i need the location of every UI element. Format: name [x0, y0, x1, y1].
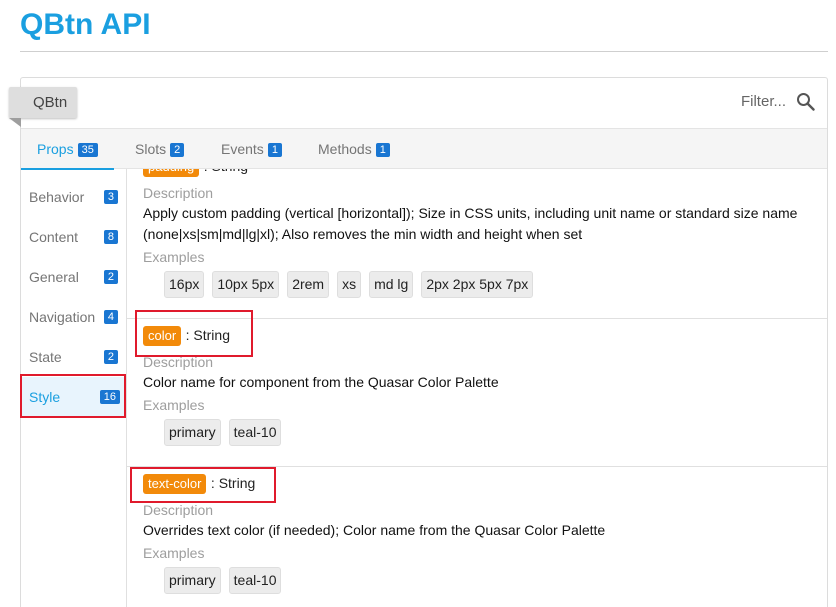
- count-badge: 8: [103, 230, 118, 244]
- examples-label: Examples: [143, 249, 205, 265]
- example-chip: 10px 5px: [212, 271, 280, 298]
- examples-list: primary teal-10: [143, 419, 827, 446]
- sidebar-item-behavior[interactable]: Behavior 3: [21, 177, 126, 217]
- filter-placeholder[interactable]: Filter...: [741, 93, 786, 110]
- example-chip: 16px: [164, 271, 205, 298]
- example-chip: primary: [164, 567, 221, 594]
- tab-events[interactable]: Events 1: [205, 129, 298, 169]
- example-chip: teal-10: [228, 419, 282, 446]
- description-label: Description: [143, 185, 214, 201]
- example-chip: 2px 2px 5px 7px: [421, 271, 534, 298]
- prop-type: : String: [204, 169, 248, 174]
- example-chip: 2rem: [287, 271, 330, 298]
- example-chip: xs: [337, 271, 362, 298]
- page-title: QBtn API: [20, 8, 151, 41]
- highlight-box-color: [135, 310, 253, 357]
- examples-label: Examples: [143, 397, 205, 413]
- sidebar-item-navigation[interactable]: Navigation 4: [21, 297, 126, 337]
- sidebar-item-label: Content: [29, 229, 79, 245]
- count-badge: 2: [170, 143, 185, 157]
- title-divider: [20, 51, 828, 52]
- highlight-box-text-color: [130, 467, 276, 503]
- example-chip: md lg: [369, 271, 414, 298]
- sidebar-item-label: Navigation: [29, 309, 96, 325]
- prop-description: Overrides text color (if needed); Color …: [143, 522, 606, 538]
- chip-fold: [9, 118, 21, 127]
- component-chip: QBtn: [9, 87, 78, 118]
- count-badge: 4: [103, 310, 118, 324]
- api-tabs: Props 35 Slots 2 Events 1 Methods 1: [21, 128, 827, 170]
- sidebar-item-label: General: [29, 269, 79, 285]
- count-badge: 3: [103, 190, 118, 204]
- count-badge: 1: [267, 143, 282, 157]
- props-list: padding : String Description Apply custo…: [127, 169, 827, 607]
- count-badge: 35: [77, 143, 98, 157]
- sidebar-item-label: Behavior: [29, 189, 85, 205]
- tab-props[interactable]: Props 35: [21, 129, 114, 170]
- sidebar-item-content[interactable]: Content 8: [21, 217, 126, 257]
- prop-item: padding : String Description Apply custo…: [127, 169, 827, 298]
- tab-label: Events: [221, 141, 264, 157]
- tab-label: Methods: [318, 141, 372, 157]
- count-badge: 1: [375, 143, 390, 157]
- prop-description: Color name for component from the Quasar…: [143, 374, 499, 390]
- filter-input[interactable]: Filter...: [741, 92, 815, 111]
- sidebar-item-general[interactable]: General 2: [21, 257, 126, 297]
- prop-description: Apply custom padding (vertical [horizont…: [143, 205, 798, 242]
- tab-slots[interactable]: Slots 2: [119, 129, 200, 169]
- example-chip: primary: [164, 419, 221, 446]
- tab-methods[interactable]: Methods 1: [302, 129, 406, 169]
- examples-list: 16px 10px 5px 2rem xs md lg 2px 2px 5px …: [143, 271, 827, 298]
- sidebar-item-label: State: [29, 349, 62, 365]
- count-badge: 2: [103, 270, 118, 284]
- card-header: QBtn Filter...: [9, 78, 827, 128]
- examples-list: primary teal-10: [143, 567, 827, 594]
- example-chip: teal-10: [228, 567, 282, 594]
- tab-label: Props: [37, 141, 74, 157]
- tab-label: Slots: [135, 141, 167, 157]
- sidebar-item-state[interactable]: State 2: [21, 337, 126, 377]
- prop-name-badge: padding: [143, 169, 200, 177]
- description-label: Description: [143, 502, 214, 518]
- highlight-box-style: [20, 374, 126, 418]
- search-icon[interactable]: [796, 92, 815, 111]
- examples-label: Examples: [143, 545, 205, 561]
- count-badge: 2: [103, 350, 118, 364]
